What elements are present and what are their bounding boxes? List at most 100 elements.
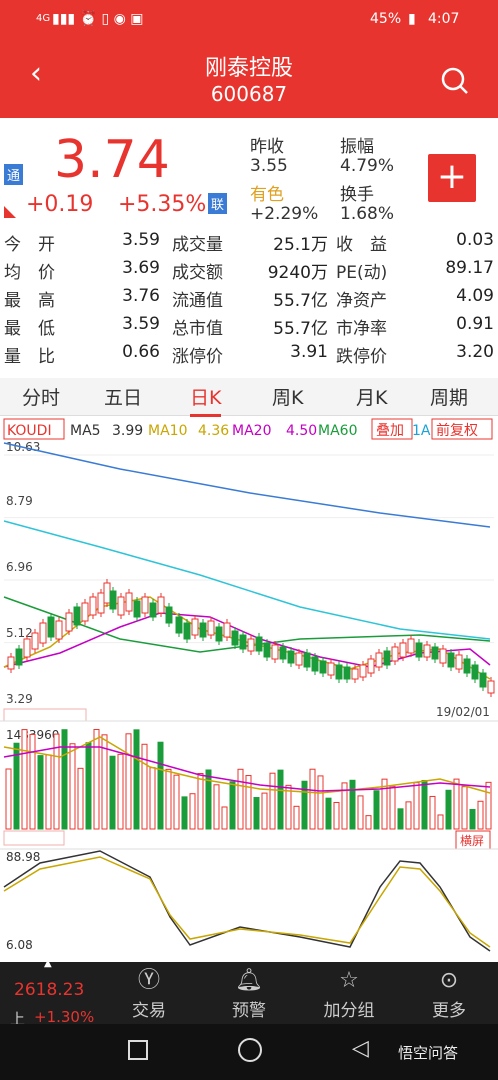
volume-bar	[389, 785, 396, 830]
stat-value: 0.66	[122, 342, 160, 362]
volume-bar	[277, 769, 284, 830]
bell-icon: 🔔︎	[235, 968, 263, 993]
volume-bar	[165, 768, 172, 830]
tab-2[interactable]: 日K	[190, 383, 222, 417]
ma-legend-0: KOUDI	[7, 423, 52, 439]
nav-alert[interactable]: 🔔︎ 预警	[214, 966, 284, 1021]
candle	[287, 650, 295, 664]
stat-label: 市净率	[336, 319, 387, 339]
price-axis-label: 3.29	[6, 692, 33, 706]
volume-bar	[349, 779, 356, 830]
candle	[311, 656, 319, 672]
volume-bar	[141, 743, 148, 830]
volume-bar	[221, 806, 228, 830]
volume-bar	[149, 767, 156, 830]
stat-label: PE(动)	[336, 263, 388, 283]
volume-bar	[61, 729, 68, 830]
tab-0[interactable]: 分时	[22, 383, 60, 410]
sector-change: +2.29%	[250, 204, 319, 224]
volume-bar	[45, 754, 52, 830]
tab-4[interactable]: 月K	[356, 383, 387, 410]
watermark: 悟空问答	[398, 1044, 459, 1062]
candle	[255, 636, 263, 652]
stat-value: 55.7亿	[273, 291, 328, 311]
nav-more[interactable]: ⊙ 更多	[414, 966, 484, 1021]
candle	[407, 638, 415, 654]
candle	[73, 606, 81, 626]
candle	[295, 652, 303, 666]
amplitude-label: 振幅	[340, 137, 374, 157]
stat-value: 9240万	[267, 263, 328, 283]
volume-bar	[445, 789, 452, 830]
add-watchlist-button[interactable]: +	[428, 154, 476, 202]
back-nav-icon[interactable]: ◁	[352, 1036, 369, 1061]
nav-trade[interactable]: Ⓨ 交易	[114, 966, 184, 1021]
volume-bar	[317, 775, 324, 830]
stat-label: 总市值	[172, 319, 223, 339]
volume-bar	[197, 772, 204, 830]
stat-label: 成交额	[172, 263, 223, 283]
volume-bar	[237, 768, 244, 830]
battery-percent: 45%	[370, 11, 402, 27]
candle	[351, 668, 359, 680]
volume-bar	[325, 797, 332, 830]
lian-badge: 联	[208, 193, 228, 214]
candle	[223, 622, 231, 638]
volume-bar	[5, 768, 12, 830]
candle	[65, 612, 73, 632]
tab-1[interactable]: 五日	[104, 383, 142, 410]
tab-3[interactable]: 周K	[272, 383, 303, 410]
candle	[175, 616, 183, 634]
volume-bar	[429, 795, 436, 830]
volume-bar	[365, 815, 372, 830]
candle	[471, 664, 479, 680]
ma-legend-6: 4.50	[286, 423, 317, 439]
candle	[125, 592, 133, 612]
volume-bar	[189, 793, 196, 830]
nav-alert-label: 预警	[232, 1001, 266, 1021]
kdj-line-k	[3, 850, 491, 952]
stat-label: 最 高	[4, 291, 55, 311]
ma-legend-8: 1A	[412, 423, 431, 439]
ma-legend-4: 4.36	[198, 423, 229, 439]
index-value[interactable]: 2618.23	[14, 980, 84, 1000]
prev-close-value: 3.55	[250, 156, 288, 176]
volume-bar	[125, 733, 132, 830]
stat-label: 均 价	[4, 263, 55, 283]
sector-label[interactable]: 有色	[250, 180, 284, 205]
candle	[479, 672, 487, 688]
stat-label: 今 开	[4, 235, 55, 255]
candle	[335, 664, 343, 680]
home-icon[interactable]	[238, 1038, 262, 1062]
price-change-pct: +5.35%	[118, 192, 207, 217]
candle	[319, 660, 327, 674]
kline-chart[interactable]: KOUDI MA5 3.99 MA10 4.36 MA20 4.50 MA60 1A 叠加 前复权 1…	[0, 417, 498, 962]
stat-value: 25.1万	[273, 235, 328, 255]
candle	[279, 646, 287, 660]
candle	[343, 666, 351, 680]
kdj-axis-top: 88.98	[6, 850, 40, 864]
bottom-nav: ▲ 2618.23 上 +1.30% Ⓨ 交易 🔔︎ 预警 ☆ 加分组 ⊙ 更多	[0, 958, 498, 1028]
candle	[47, 616, 55, 638]
candle	[117, 596, 125, 616]
volume-bar	[269, 772, 276, 830]
stat-value: 4.09	[456, 286, 494, 306]
volume-bar	[357, 795, 364, 830]
candle	[191, 618, 199, 636]
volume-bar	[29, 733, 36, 830]
date-box-left	[3, 708, 87, 722]
tab-5[interactable]: 周期	[430, 383, 468, 410]
candle	[7, 656, 15, 670]
volume-bar	[205, 769, 212, 830]
candle	[157, 596, 165, 614]
volume-bar	[285, 784, 292, 830]
search-icon[interactable]	[440, 66, 470, 96]
candle	[55, 620, 63, 640]
candle	[199, 622, 207, 638]
candle	[375, 652, 383, 668]
volume-bar	[453, 778, 460, 830]
nav-group[interactable]: ☆ 加分组	[314, 966, 384, 1021]
candle	[89, 596, 97, 616]
chart-tabs: 分时 五日 日K 周K 月K 周期	[0, 378, 498, 417]
recent-apps-icon[interactable]	[128, 1040, 148, 1060]
